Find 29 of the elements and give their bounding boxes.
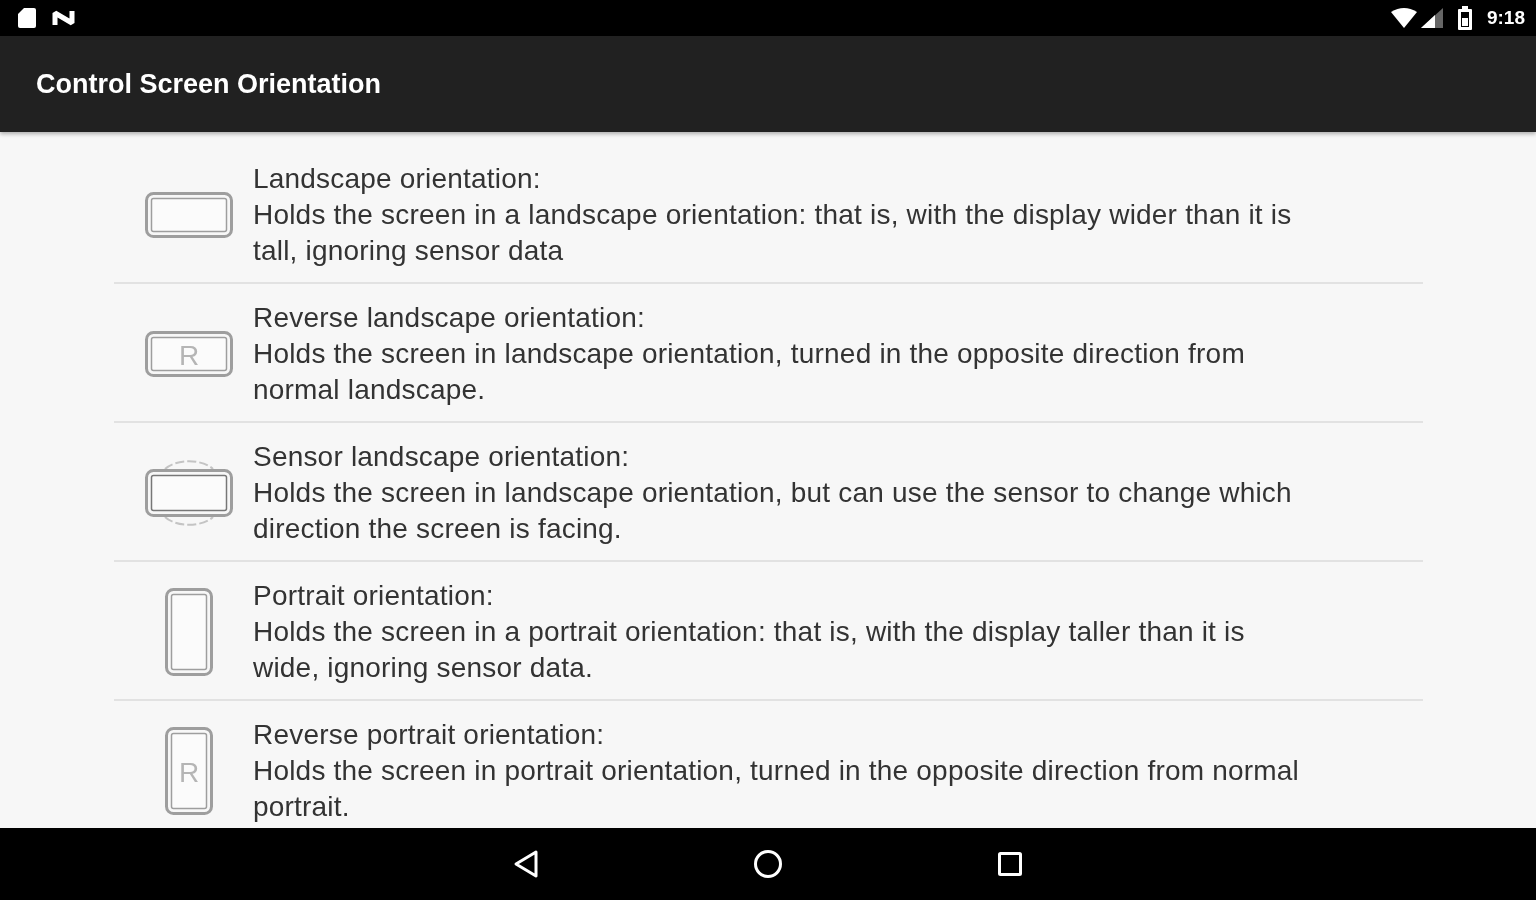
option-title: Portrait orientation: bbox=[253, 579, 494, 613]
back-icon[interactable] bbox=[512, 849, 540, 879]
recents-icon[interactable] bbox=[998, 852, 1022, 876]
battery-icon bbox=[1456, 6, 1473, 30]
portrait-screen-icon: R bbox=[164, 727, 213, 815]
orientation-list-item[interactable]: R Reverse landscape orientation: Holds the screen in landscape orientation, turned in the opposite direction from normal landscape. bbox=[114, 284, 1423, 423]
app-notification-icon bbox=[52, 9, 76, 27]
option-description: Holds the screen in a portrait orientation: that is, with the display taller than it is wide, ignoring sensor data. bbox=[253, 615, 1246, 685]
landscape-screen-icon bbox=[144, 192, 233, 238]
orientation-list-item[interactable]: R Reverse portrait orientation: Holds the screen in portrait orientation, turned in the opposite direction from normal portrait. bbox=[114, 701, 1423, 825]
signal-icon bbox=[1420, 8, 1443, 28]
sd-card-icon bbox=[18, 8, 36, 28]
orientation-list-item[interactable]: Sensor landscape orientation: Holds the screen in landscape orientation, but can use the sensor to change which direction the screen is facing. bbox=[114, 423, 1423, 562]
landscape-screen-icon: R bbox=[144, 331, 233, 377]
option-description: Holds the screen in a landscape orientation: that is, with the display wider than it is tall, ignoring sensor data bbox=[253, 198, 1293, 268]
option-title: Sensor landscape orientation: bbox=[253, 440, 630, 474]
wifi-icon bbox=[1390, 8, 1417, 28]
option-title: Reverse portrait orientation: bbox=[253, 718, 605, 752]
app-bar-title: Control Screen Orientation bbox=[36, 68, 382, 100]
orientation-list-item[interactable]: Landscape orientation: Holds the screen in a landscape orientation: that is, with the display wider than it is tall, ignoring sensor data bbox=[114, 145, 1423, 284]
option-description: Holds the screen in landscape orientation, but can use the sensor to change which direction the screen is facing. bbox=[253, 476, 1293, 546]
option-title: Reverse landscape orientation: bbox=[253, 301, 645, 335]
status-time: 9:18 bbox=[1486, 7, 1525, 29]
orientation-list-item[interactable]: Portrait orientation: Holds the screen in a portrait orientation: that is, with the display taller than it is wide, ignoring sensor data. bbox=[114, 562, 1423, 701]
option-title: Landscape orientation: bbox=[253, 162, 541, 196]
home-icon[interactable] bbox=[753, 849, 783, 879]
option-description: Holds the screen in landscape orientation, turned in the opposite direction from normal landscape. bbox=[253, 337, 1246, 407]
portrait-screen-icon bbox=[164, 588, 213, 676]
option-description: Holds the screen in portrait orientation, turned in the opposite direction from normal portrait. bbox=[253, 754, 1300, 824]
